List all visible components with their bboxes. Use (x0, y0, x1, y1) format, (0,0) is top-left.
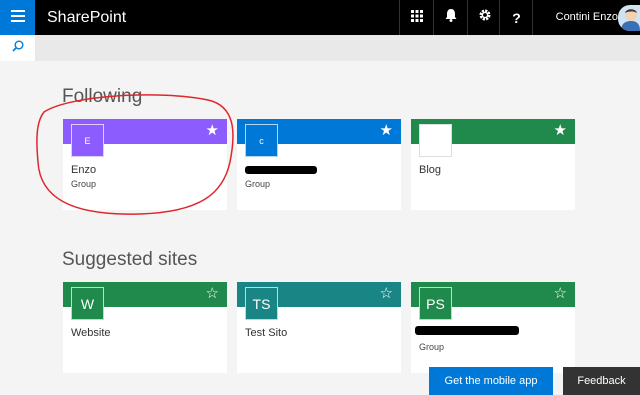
top-bar: SharePoint ? Contini Enzo (0, 0, 640, 35)
site-card-website[interactable]: W ☆ Website (63, 282, 227, 373)
site-card-blog[interactable]: ★ Blog (411, 119, 575, 210)
redaction-mark (245, 166, 317, 174)
site-card-ps[interactable]: PS ☆ Group (411, 282, 575, 373)
user-name: Contini Enzo (555, 11, 618, 23)
gear-icon (478, 8, 492, 27)
account-button[interactable]: Contini Enzo (532, 0, 640, 35)
app-launcher-button[interactable] (399, 0, 433, 35)
app-title[interactable]: SharePoint (47, 0, 126, 35)
suggested-heading: Suggested sites (62, 249, 198, 270)
get-mobile-app-button[interactable]: Get the mobile app (429, 367, 553, 395)
feedback-button[interactable]: Feedback (563, 367, 640, 395)
star-filled-icon[interactable]: ★ (554, 122, 567, 139)
app-launcher-icon (410, 9, 423, 27)
help-button[interactable]: ? (499, 0, 533, 35)
site-tile: c (245, 124, 278, 157)
help-icon: ? (512, 9, 521, 26)
site-type: Group (419, 342, 445, 352)
star-empty-icon[interactable]: ☆ (554, 285, 567, 302)
bell-icon (445, 8, 457, 27)
search-button[interactable] (0, 35, 35, 61)
site-tile (419, 124, 452, 157)
site-card-test-sito[interactable]: TS ☆ Test Sito (237, 282, 401, 373)
site-name: Website (71, 327, 111, 339)
star-empty-icon[interactable]: ☆ (380, 285, 393, 302)
redaction-mark (415, 326, 519, 335)
site-tile: W (71, 287, 104, 320)
annotation-circle (36, 94, 234, 215)
site-name: Blog (419, 164, 442, 176)
hamburger-icon (10, 9, 25, 27)
settings-button[interactable] (467, 0, 501, 35)
site-tile: TS (245, 287, 278, 320)
star-filled-icon[interactable]: ★ (380, 122, 393, 139)
star-empty-icon[interactable]: ☆ (206, 285, 219, 302)
navigation-menu-button[interactable] (0, 0, 35, 35)
site-tile: PS (419, 287, 452, 320)
notifications-button[interactable] (433, 0, 467, 35)
site-card-c[interactable]: c ★ Group (237, 119, 401, 210)
site-name: Test Sito (245, 327, 288, 339)
site-type: Group (245, 179, 271, 189)
search-bar (0, 35, 640, 61)
avatar (618, 5, 640, 31)
search-icon (11, 39, 24, 57)
